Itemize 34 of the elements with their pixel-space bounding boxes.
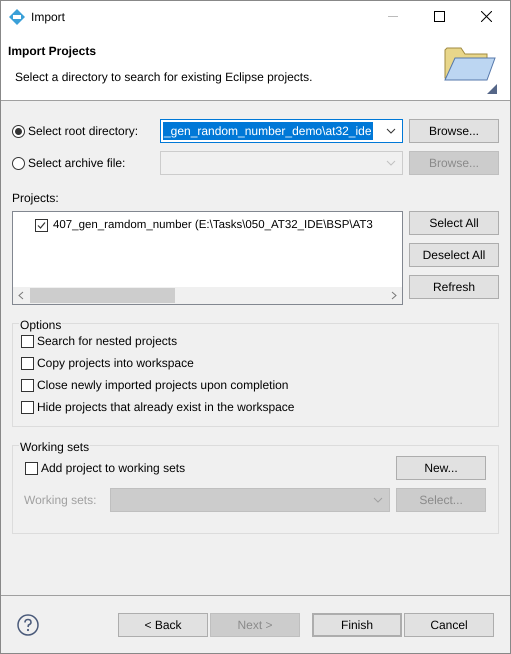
option-label: Add project to working sets	[41, 460, 186, 477]
page-description: Select a directory to search for existing Eclipse projects.	[15, 69, 314, 86]
path-value: _gen_random_number_demo\at32_ide	[163, 122, 372, 140]
radio-label: Select archive file:	[28, 155, 126, 172]
checkbox[interactable]	[21, 334, 34, 348]
chevron-down-icon[interactable]	[386, 128, 396, 134]
checkbox[interactable]	[21, 400, 34, 414]
projects-label: Projects:	[12, 190, 60, 207]
page-title: Import Projects	[8, 43, 98, 60]
option-label: Close newly imported projects upon completion	[37, 377, 288, 394]
close-icon[interactable]	[481, 11, 492, 22]
option-label: Copy projects into workspace	[37, 355, 194, 372]
field-label: Working sets:	[24, 492, 98, 509]
maximize-icon[interactable]	[434, 11, 445, 22]
radio-button[interactable]	[12, 124, 25, 138]
button[interactable]: Refresh	[409, 275, 499, 299]
button[interactable]: Browse...	[409, 119, 499, 143]
button[interactable]: Select All	[409, 211, 499, 235]
option-label: Hide projects that already exist in the workspace	[37, 399, 294, 416]
radio-label: Select root directory:	[28, 123, 140, 140]
button[interactable]: Finish	[312, 612, 402, 636]
option-label: Search for nested projects	[37, 333, 178, 350]
path-combo-box[interactable]: _gen_random_number_demo\at32_ide	[160, 119, 403, 143]
checkbox[interactable]	[35, 219, 48, 232]
button[interactable]: < Back	[118, 612, 208, 636]
checkbox[interactable]	[21, 356, 34, 370]
window-title: Import	[31, 8, 66, 26]
app-icon	[9, 8, 25, 24]
horizontal-scrollbar[interactable]	[13, 287, 402, 304]
checkbox[interactable]	[21, 378, 34, 392]
project-entry[interactable]: 407_gen_ramdom_number (E:\Tasks\050_AT32_IDE\BSP\AT3	[53, 217, 373, 234]
help-icon[interactable]	[17, 614, 39, 636]
button[interactable]: Cancel	[404, 612, 494, 636]
button[interactable]: Deselect All	[409, 243, 499, 267]
